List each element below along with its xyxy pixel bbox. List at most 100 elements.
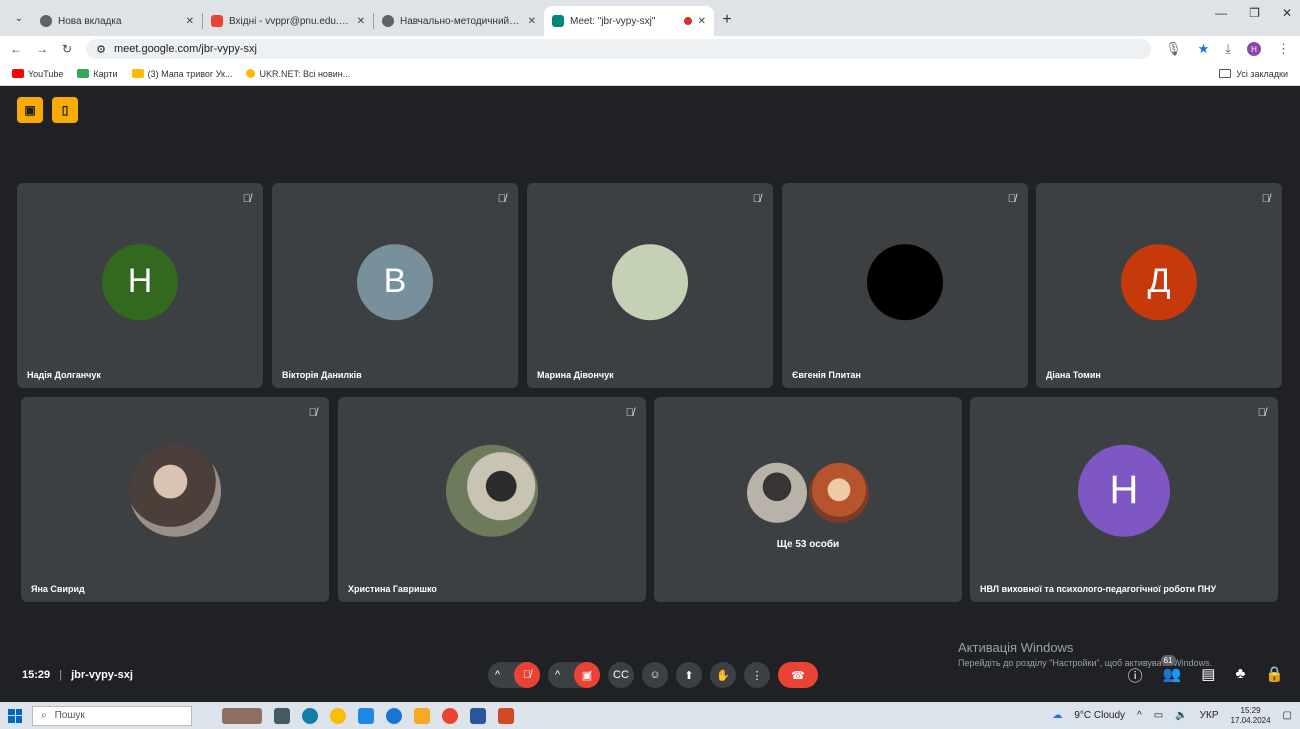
meeting-side-controls: ⓘ 👥 61 ▤ ♣ 🔒: [1128, 655, 1284, 686]
mic-off-button[interactable]: 🎙̸: [514, 662, 540, 688]
meeting-info: 15:29 | jbr-vypy-sxj: [22, 669, 133, 681]
info-icon[interactable]: ⓘ: [1128, 665, 1143, 686]
participant-tile[interactable]: 🎙̸ Христина Гавришко: [338, 397, 646, 602]
reload-icon[interactable]: ↻: [62, 42, 72, 56]
site-info-icon[interactable]: ⚙: [96, 43, 106, 56]
all-bookmarks[interactable]: Усі закладки: [1219, 69, 1288, 79]
bookmark-ukrnet[interactable]: UKR.NET: Всі новин...: [246, 69, 350, 79]
participant-tile[interactable]: 🎙̸ Н Надія Долганчук: [17, 183, 263, 388]
maximize-icon[interactable]: ❐: [1249, 6, 1260, 20]
download-icon[interactable]: ⤓: [1225, 41, 1231, 57]
alert-icon: [131, 69, 144, 78]
tab-close-icon[interactable]: ✕: [698, 16, 706, 27]
present-button[interactable]: ⬆: [676, 662, 702, 688]
audio-options-icon[interactable]: ^: [495, 669, 500, 681]
mic-icon[interactable]: 🎙: [1165, 41, 1182, 57]
meeting-separator: |: [59, 669, 63, 681]
leave-call-button[interactable]: ☎: [778, 662, 818, 688]
participant-name: Діана Томин: [1046, 370, 1101, 380]
more-participants-tile[interactable]: Ще 53 особи: [654, 397, 962, 602]
edge-icon[interactable]: [302, 707, 318, 724]
notifications-icon[interactable]: ▢: [1283, 710, 1292, 721]
meeting-controls: ^ 🎙̸ ^ ▣̸ CC ☺ ⬆ ✋ ⋮ ☎: [488, 662, 818, 688]
system-tray: ☁ 9°C Cloudy ^ ▭ 🔈 УКР 15:29 17.04.2024 …: [1052, 706, 1292, 726]
globe-icon: [382, 15, 394, 27]
participant-tile[interactable]: 🎙̸ Євгенія Плитан: [782, 183, 1028, 388]
minimize-icon[interactable]: —: [1215, 6, 1227, 20]
participant-tile[interactable]: 🎙̸ Н НВЛ виховної та психолого-педагогіч…: [970, 397, 1278, 602]
weather-cloud-icon: ☁: [1052, 710, 1063, 721]
tray-chevron-icon[interactable]: ^: [1137, 710, 1142, 721]
participant-tile[interactable]: 🎙̸ Д Діана Томин: [1036, 183, 1282, 388]
tab-seminar[interactable]: Навчально-методичний семі ✕: [374, 6, 544, 36]
participant-photo: [809, 462, 869, 523]
bookmark-label: YouTube: [28, 68, 64, 79]
profile-avatar[interactable]: H: [1247, 42, 1261, 56]
video-options-icon[interactable]: ^: [555, 669, 560, 681]
tab-close-icon[interactable]: ✕: [528, 16, 536, 27]
emoji-button[interactable]: ☺: [642, 662, 668, 688]
all-bookmarks-label: Усі закладки: [1236, 68, 1288, 79]
host-controls-icon[interactable]: 🔒: [1265, 665, 1284, 686]
videocam-off-icon[interactable]: ▣: [17, 97, 43, 123]
meet-icon: [552, 15, 564, 27]
app-icon[interactable]: [358, 707, 374, 724]
bookmark-star-icon[interactable]: ★: [1198, 41, 1210, 57]
raise-hand-button[interactable]: ✋: [710, 662, 736, 688]
participant-tile[interactable]: 🎙̸ В Вікторія Данилків: [272, 183, 518, 388]
gmail-icon: [211, 15, 223, 27]
word-icon[interactable]: [470, 707, 486, 724]
weather-text[interactable]: 9°C Cloudy: [1074, 710, 1125, 721]
tab-close-icon[interactable]: ✕: [186, 16, 194, 27]
bookmark-alerts-map[interactable]: (3) Мапа тривог Ук...: [131, 68, 233, 79]
new-tab-button[interactable]: +: [714, 7, 740, 33]
tab-new-tab[interactable]: Нова вкладка ✕: [32, 6, 202, 36]
chat-icon[interactable]: ▤: [1201, 665, 1215, 686]
tab-gmail[interactable]: Вхідні - vvppr@pnu.edu.ua - П ✕: [203, 6, 373, 36]
file-explorer-icon[interactable]: [414, 707, 430, 724]
participant-tile[interactable]: 🎙̸ Яна Свирид: [21, 397, 329, 602]
powerpoint-icon[interactable]: [498, 707, 514, 724]
omnibox[interactable]: ⚙ meet.google.com/jbr-vypy-sxj: [86, 39, 1152, 59]
more-options-button[interactable]: ⋮: [744, 662, 770, 688]
bookmark-maps[interactable]: Карти: [77, 69, 118, 79]
app-icon[interactable]: [386, 707, 402, 724]
omnibox-actions: 🎙 ★ ⤓ H ⋮: [1165, 41, 1290, 57]
meet-control-bar: 15:29 | jbr-vypy-sxj ^ 🎙̸ ^ ▣̸ CC ☺ ⬆ ✋ …: [0, 655, 1300, 694]
tab-close-icon[interactable]: ✕: [357, 16, 365, 27]
avatar: Н: [1078, 444, 1170, 537]
chrome-active-icon[interactable]: [442, 707, 458, 724]
people-button[interactable]: 👥 61: [1160, 655, 1181, 686]
close-window-icon[interactable]: ✕: [1282, 6, 1292, 20]
participant-name: Яна Свирид: [31, 584, 85, 594]
camera-off-button[interactable]: ▣̸: [574, 662, 600, 688]
mic-off-icon: 🎙̸: [625, 407, 634, 419]
participant-name: Христина Гавришко: [348, 584, 437, 594]
bookmark-label: (3) Мапа тривог Ук...: [147, 68, 233, 79]
captions-button[interactable]: CC: [608, 662, 634, 688]
back-icon[interactable]: ←: [10, 42, 22, 56]
tab-search-icon[interactable]: ⌄: [6, 5, 32, 31]
taskbar-search[interactable]: ⌕ Пошук: [32, 705, 192, 726]
meeting-code: jbr-vypy-sxj: [71, 669, 133, 681]
meet-stage: ▣ ▯ 🎙̸ Н Надія Долганчук 🎙̸ В Вікторія Д…: [0, 87, 1300, 694]
menu-dots-icon[interactable]: ⋮: [1277, 41, 1290, 57]
tab-meet[interactable]: Meet: "jbr-vypy-sxj" ✕: [544, 6, 714, 36]
bookmark-youtube[interactable]: YouTube: [12, 69, 63, 79]
taskbar-clock[interactable]: 15:29 17.04.2024: [1231, 706, 1271, 726]
forward-icon[interactable]: →: [36, 42, 48, 56]
chrome-icon: [40, 15, 52, 27]
task-view-icon[interactable]: [274, 707, 290, 724]
mic-off-icon: 🎙̸: [1007, 193, 1016, 205]
windows-start-icon[interactable]: [8, 708, 22, 723]
recording-icon: [683, 17, 692, 25]
chrome-taskbar-icon[interactable]: [330, 707, 346, 724]
widget-icon[interactable]: [222, 707, 262, 724]
more-participants-label: Ще 53 особи: [776, 539, 840, 550]
door-icon[interactable]: ▯: [52, 97, 78, 123]
network-icon[interactable]: ▭: [1154, 710, 1163, 721]
activities-icon[interactable]: ♣: [1235, 665, 1245, 686]
volume-icon[interactable]: 🔈: [1175, 710, 1187, 721]
participant-tile[interactable]: 🎙̸ Марина Дівончук: [527, 183, 773, 388]
language-indicator[interactable]: УКР: [1200, 710, 1219, 721]
